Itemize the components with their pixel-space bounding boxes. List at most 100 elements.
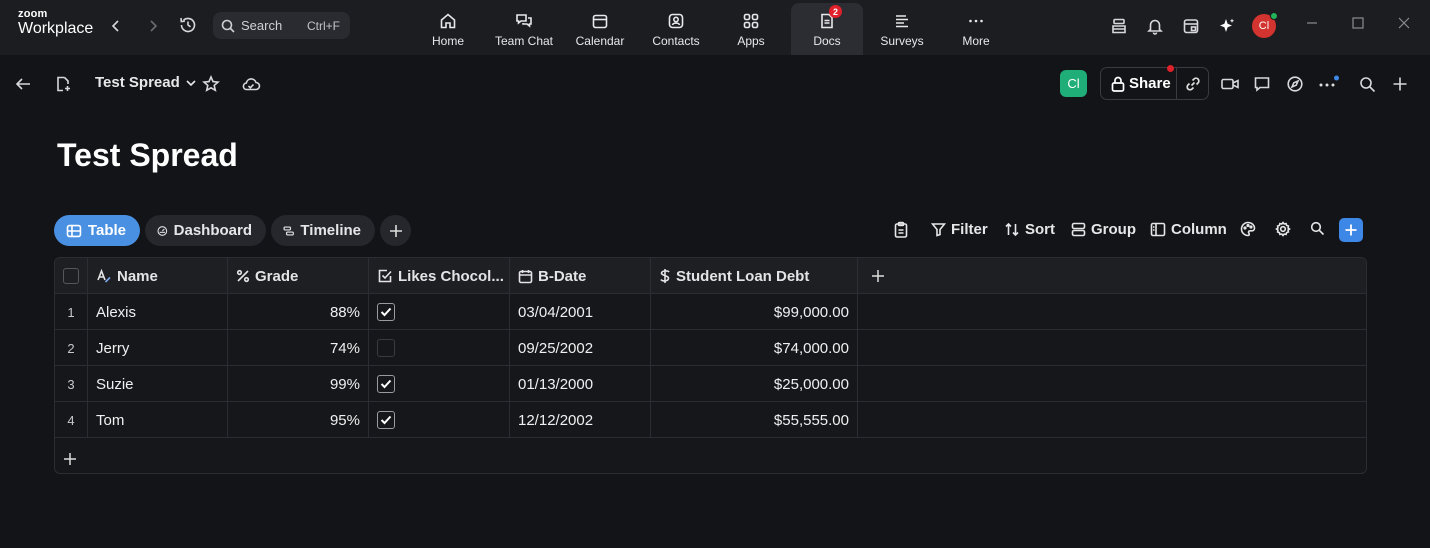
nav-more[interactable]: More <box>940 3 1012 55</box>
theme-button[interactable] <box>1240 221 1261 237</box>
cell-likes-chocolate[interactable] <box>369 366 510 402</box>
nav-more-label: More <box>962 34 990 48</box>
checkbox-unchecked[interactable] <box>377 339 395 357</box>
apps-icon <box>743 13 759 29</box>
close-window-icon[interactable] <box>1398 16 1410 34</box>
cell-name[interactable]: Alexis <box>88 294 228 330</box>
tab-table[interactable]: Table <box>54 215 140 246</box>
tab-timeline[interactable]: Timeline <box>271 215 375 246</box>
nav-contacts-label: Contacts <box>652 34 700 48</box>
column-header-grade[interactable]: Grade <box>228 258 369 294</box>
cell-likes-chocolate[interactable] <box>369 402 510 438</box>
cell-likes-chocolate[interactable] <box>369 330 510 366</box>
column-header-student-loan-debt[interactable]: Student Loan Debt <box>651 258 858 294</box>
cell-bdate[interactable]: 01/13/2000 <box>510 366 651 402</box>
nav-docs[interactable]: 2 Docs <box>791 3 863 55</box>
column-header-bdate[interactable]: B-Date <box>510 258 651 294</box>
add-record-button[interactable] <box>1339 218 1363 242</box>
cell-grade[interactable]: 88% <box>228 294 369 330</box>
column-header-likes-chocolate[interactable]: Likes Chocol... <box>369 258 510 294</box>
cell-name[interactable]: Jerry <box>88 330 228 366</box>
user-avatar[interactable]: Cl <box>1252 12 1278 38</box>
nav-contacts[interactable]: Contacts <box>640 3 712 55</box>
cell-bdate[interactable]: 09/25/2002 <box>510 330 651 366</box>
plus-icon <box>1345 224 1357 236</box>
sort-label: Sort <box>1025 221 1055 238</box>
notification-bell-icon[interactable] <box>1144 15 1166 37</box>
maximize-icon[interactable] <box>1352 16 1364 34</box>
cell-debt[interactable]: $25,000.00 <box>651 366 858 402</box>
add-row-button[interactable] <box>63 448 77 470</box>
cell-debt[interactable]: $74,000.00 <box>651 330 858 366</box>
nav-team-chat[interactable]: Team Chat <box>488 3 560 55</box>
checkbox-checked[interactable] <box>377 375 395 393</box>
video-icon[interactable] <box>1219 74 1241 94</box>
nav-home[interactable]: Home <box>412 3 484 55</box>
add-icon[interactable] <box>1390 74 1410 94</box>
table-row[interactable]: 4 Tom 95% 12/12/2002 $55,555.00 <box>55 402 1366 438</box>
group-button[interactable]: Group <box>1071 221 1136 238</box>
cell-debt[interactable]: $99,000.00 <box>651 294 858 330</box>
user-avatar-initials: Cl <box>1258 20 1270 32</box>
search-box[interactable]: Search Ctrl+F <box>213 12 350 39</box>
checkbox-checked[interactable] <box>377 303 395 321</box>
workspace-icon[interactable] <box>1108 15 1130 37</box>
search-placeholder: Search <box>241 18 283 33</box>
online-status-dot <box>1270 12 1278 20</box>
doc-title-dropdown[interactable]: Test Spread <box>95 74 196 91</box>
cell-bdate[interactable]: 12/12/2002 <box>510 402 651 438</box>
tab-dashboard[interactable]: Dashboard <box>145 215 266 246</box>
comment-icon[interactable] <box>1251 74 1273 94</box>
select-all-checkbox[interactable] <box>63 268 79 284</box>
group-icon <box>1071 222 1086 237</box>
minimize-icon[interactable] <box>1306 16 1318 34</box>
cell-likes-chocolate[interactable] <box>369 294 510 330</box>
column-header-name[interactable]: Name <box>88 258 228 294</box>
cell-name[interactable]: Suzie <box>88 366 228 402</box>
cell-grade[interactable]: 99% <box>228 366 369 402</box>
search-table-button[interactable] <box>1310 221 1330 236</box>
date-field-icon <box>518 269 533 283</box>
add-column-button[interactable] <box>858 258 898 294</box>
back-nav-icon[interactable] <box>108 16 124 36</box>
doc-title-text: Test Spread <box>95 74 180 91</box>
cell-bdate[interactable]: 03/04/2001 <box>510 294 651 330</box>
share-button[interactable]: Share <box>1101 65 1178 99</box>
add-view-button[interactable] <box>380 215 411 246</box>
explore-compass-icon[interactable] <box>1284 74 1306 94</box>
checkbox-checked[interactable] <box>377 411 395 429</box>
copy-link-button[interactable] <box>1177 76 1208 92</box>
cell-grade[interactable]: 74% <box>228 330 369 366</box>
collaborator-avatar[interactable]: Cl <box>1060 70 1087 97</box>
select-all-cell[interactable] <box>55 258 88 294</box>
table-row[interactable]: 2 Jerry 74% 09/25/2002 $74,000.00 <box>55 330 1366 366</box>
calendar-window-icon[interactable] <box>1180 15 1202 37</box>
sort-button[interactable]: Sort <box>1004 221 1055 238</box>
column-button[interactable]: Column <box>1150 221 1227 238</box>
check-icon <box>380 307 392 317</box>
back-arrow-icon[interactable] <box>13 74 33 94</box>
forward-nav-icon[interactable] <box>145 16 161 36</box>
filter-button[interactable]: Filter <box>931 221 988 238</box>
clipboard-button[interactable] <box>893 221 914 239</box>
cell-grade[interactable]: 95% <box>228 402 369 438</box>
nav-apps[interactable]: Apps <box>715 3 787 55</box>
star-favorite-icon[interactable] <box>201 74 221 94</box>
cell-name[interactable]: Tom <box>88 402 228 438</box>
settings-button[interactable] <box>1275 221 1296 237</box>
ai-sparkle-icon[interactable] <box>1216 15 1238 37</box>
logo-line2: Workplace <box>18 20 94 37</box>
search-doc-icon[interactable] <box>1357 74 1377 94</box>
checkbox-field-icon <box>378 269 392 283</box>
nav-surveys[interactable]: Surveys <box>866 3 938 55</box>
nav-calendar[interactable]: Calendar <box>564 3 636 55</box>
cell-debt[interactable]: $55,555.00 <box>651 402 858 438</box>
new-doc-icon[interactable] <box>53 74 73 94</box>
history-icon[interactable] <box>177 14 199 36</box>
table-row[interactable]: 1 Alexis 88% 03/04/2001 $99,000.00 <box>55 294 1366 330</box>
column-header-debt-label: Student Loan Debt <box>676 267 810 285</box>
more-options-icon[interactable] <box>1316 74 1340 94</box>
plus-icon <box>872 270 884 282</box>
lock-icon <box>1111 76 1125 92</box>
table-row[interactable]: 3 Suzie 99% 01/13/2000 $25,000.00 <box>55 366 1366 402</box>
